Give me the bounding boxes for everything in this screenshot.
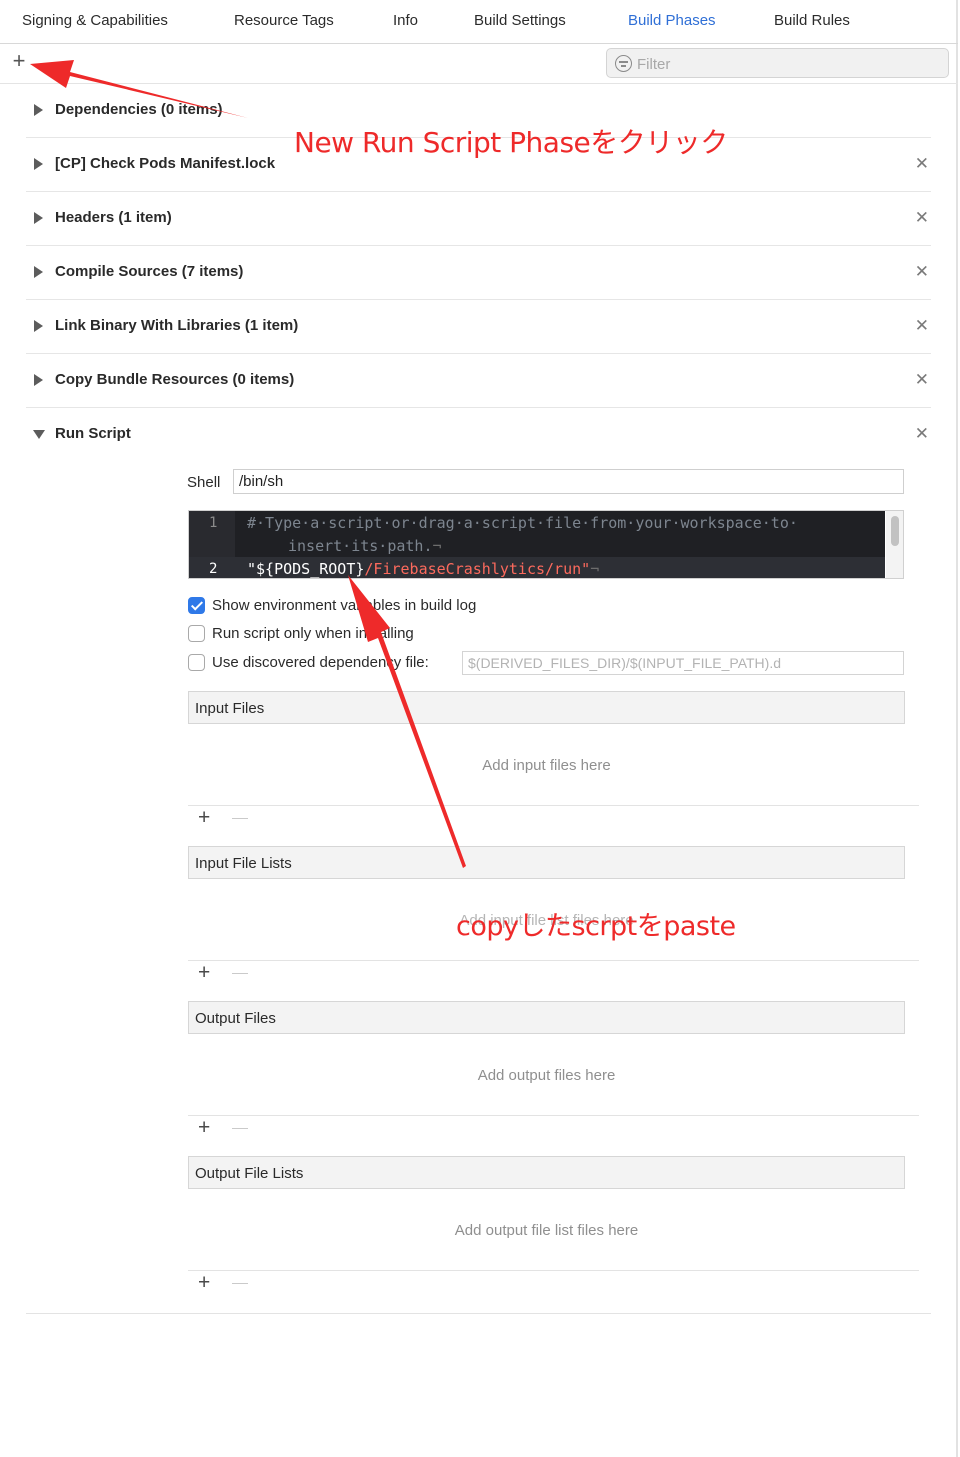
phase-compile-sources[interactable]: Compile Sources (7 items) ✕	[26, 246, 931, 300]
dependency-file-field[interactable]	[462, 651, 904, 675]
run-only-installing-checkbox[interactable]	[188, 625, 205, 642]
phases-toolbar: +	[0, 44, 958, 84]
disclosure-triangle-icon[interactable]	[34, 158, 43, 170]
tab-resource-tags[interactable]: Resource Tags	[234, 12, 334, 29]
tab-signing-capabilities[interactable]: Signing & Capabilities	[22, 12, 168, 29]
phase-label: Dependencies (0 items)	[55, 101, 223, 118]
run-script-bottom-divider	[26, 1313, 931, 1314]
tab-bar: Signing & Capabilities Resource Tags Inf…	[0, 0, 958, 44]
phase-label: Link Binary With Libraries (1 item)	[55, 317, 299, 334]
phase-label: [CP] Check Pods Manifest.lock	[55, 155, 276, 172]
script-code-variable: "${PODS_ROOT}	[247, 560, 365, 578]
close-icon[interactable]: ✕	[915, 154, 929, 174]
filter-input[interactable]	[637, 54, 937, 74]
section-title: Output File Lists	[195, 1165, 304, 1182]
script-code-path: /FirebaseCrashlytics/run"	[364, 560, 591, 578]
script-editor[interactable]: 1 2 #·Type·a·script·or·drag·a·script·fil…	[188, 510, 904, 579]
section-divider	[188, 960, 919, 961]
editor-scrollbar[interactable]	[886, 511, 903, 578]
section-divider	[188, 805, 919, 806]
show-env-vars-label: Show environment variables in build log	[212, 597, 477, 614]
line-number: 1	[209, 515, 218, 531]
input-files-empty-text: Add input files here	[482, 757, 611, 774]
shell-label: Shell	[187, 474, 221, 491]
minus-icon[interactable]	[232, 818, 248, 819]
disclosure-triangle-icon[interactable]	[34, 320, 43, 332]
phase-link-binary[interactable]: Link Binary With Libraries (1 item) ✕	[26, 300, 931, 354]
phase-label: Run Script	[55, 425, 131, 442]
disclosure-triangle-icon[interactable]	[34, 374, 43, 386]
input-files-header: Input Files	[188, 691, 905, 724]
phase-label: Copy Bundle Resources (0 items)	[55, 371, 295, 388]
close-icon[interactable]: ✕	[915, 370, 929, 390]
script-editor-text-area[interactable]: 1 2 #·Type·a·script·or·drag·a·script·fil…	[189, 511, 885, 578]
use-dependency-file-label: Use discovered dependency file:	[212, 654, 429, 671]
disclosure-triangle-icon[interactable]	[34, 104, 43, 116]
output-file-lists-header: Output File Lists	[188, 1156, 905, 1189]
end-of-line-mark: ¬	[590, 560, 600, 578]
filter-icon	[615, 55, 632, 72]
annotation-click-note: New Run Script Phaseをクリック	[294, 126, 728, 159]
section-title: Input Files	[195, 700, 265, 717]
minus-icon[interactable]	[232, 973, 248, 974]
plus-icon[interactable]: +	[198, 1117, 210, 1138]
section-title: Output Files	[195, 1010, 276, 1027]
input-file-lists-header: Input File Lists	[188, 846, 905, 879]
editor-scroll-thumb[interactable]	[891, 516, 899, 546]
phase-run-script[interactable]: Run Script ✕	[26, 408, 931, 462]
tab-info[interactable]: Info	[393, 12, 418, 29]
filter-field-container	[606, 48, 949, 78]
plus-icon[interactable]: +	[198, 962, 210, 983]
close-icon[interactable]: ✕	[915, 316, 929, 336]
line-number: 2	[209, 561, 218, 577]
minus-icon[interactable]	[232, 1128, 248, 1129]
disclosure-triangle-icon[interactable]	[34, 212, 43, 224]
phase-copy-bundle-resources[interactable]: Copy Bundle Resources (0 items) ✕	[26, 354, 931, 408]
tab-build-settings[interactable]: Build Settings	[474, 12, 566, 29]
close-icon[interactable]: ✕	[915, 424, 929, 444]
output-files-empty-text: Add output files here	[477, 1067, 616, 1084]
phase-label: Headers (1 item)	[55, 209, 172, 226]
run-only-installing-label: Run script only when installing	[212, 625, 414, 642]
plus-icon[interactable]: +	[198, 807, 210, 828]
section-divider	[188, 1115, 919, 1116]
output-file-lists-empty-text: Add output file list files here	[454, 1222, 639, 1239]
script-comment-line: #·Type·a·script·or·drag·a·script·file·fr…	[247, 514, 798, 532]
minus-icon[interactable]	[232, 1283, 248, 1284]
section-title: Input File Lists	[195, 855, 292, 872]
show-env-vars-checkbox[interactable]	[188, 597, 205, 614]
disclosure-triangle-open-icon[interactable]	[33, 430, 45, 439]
phase-label: Compile Sources (7 items)	[55, 263, 244, 280]
tab-build-phases[interactable]: Build Phases	[628, 12, 716, 29]
plus-icon[interactable]: +	[8, 50, 30, 74]
shell-field[interactable]	[233, 469, 904, 494]
script-comment-line: insert·its·path.	[288, 537, 433, 555]
build-phases-window: Signing & Capabilities Resource Tags Inf…	[0, 0, 958, 1457]
close-icon[interactable]: ✕	[915, 262, 929, 282]
use-dependency-file-checkbox[interactable]	[188, 654, 205, 671]
annotation-paste-note: copyしたscrptをpaste	[456, 911, 736, 942]
disclosure-triangle-icon[interactable]	[34, 266, 43, 278]
plus-icon[interactable]: +	[198, 1272, 210, 1293]
phase-headers[interactable]: Headers (1 item) ✕	[26, 192, 931, 246]
end-of-line-mark: ¬	[432, 537, 442, 555]
close-icon[interactable]: ✕	[915, 208, 929, 228]
output-files-header: Output Files	[188, 1001, 905, 1034]
tab-build-rules[interactable]: Build Rules	[774, 12, 850, 29]
section-divider	[188, 1270, 919, 1271]
